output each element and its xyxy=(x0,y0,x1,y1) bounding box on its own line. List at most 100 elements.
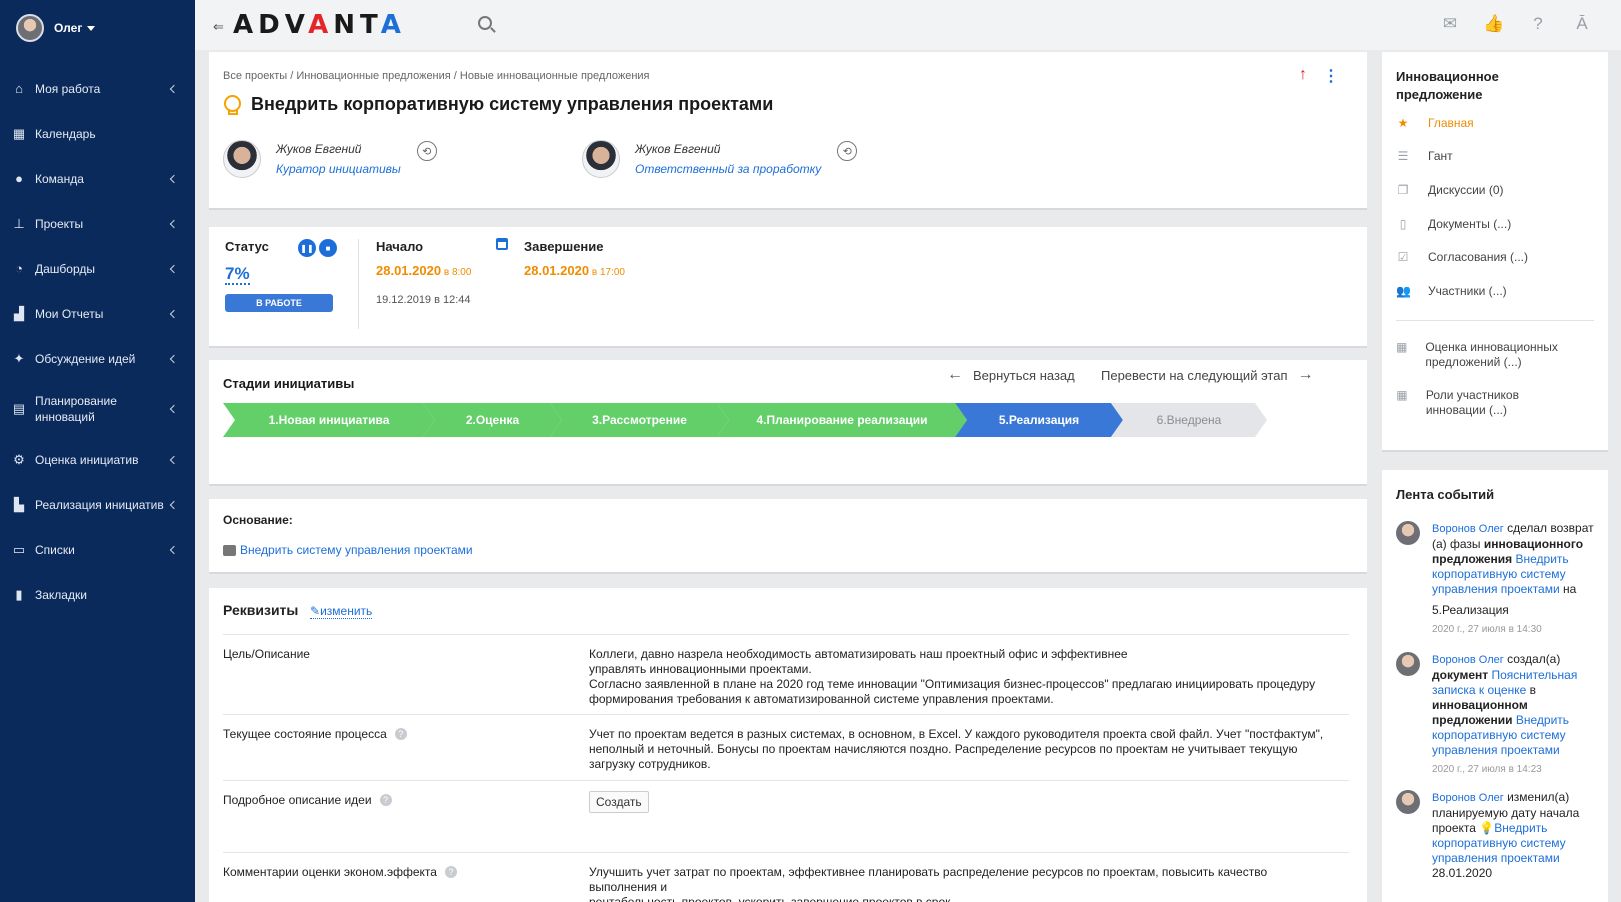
advanta-icon[interactable]: Ā xyxy=(1571,14,1593,34)
basis-card: Основание: Внедрить систему управления п… xyxy=(209,499,1367,574)
stage-2[interactable]: 2.Оценка xyxy=(423,403,562,437)
stage-1[interactable]: 1.Новая инициатива xyxy=(223,403,435,437)
dashboard-icon: ◔ xyxy=(15,261,23,276)
like-icon[interactable]: 👍 xyxy=(1483,14,1505,34)
avatar xyxy=(1396,521,1420,545)
requisite-value: Учет по проектам ведется в разных систем… xyxy=(589,727,1324,771)
requisite-row: Текущее состояние процесса? Учет по прое… xyxy=(223,714,1349,780)
sidebar-item-team[interactable]: ● Команда xyxy=(0,156,195,201)
sidebar-item-lists[interactable]: ▭ Списки xyxy=(0,527,195,572)
event-feed-card: Лента событий Воронов Олег сделал возвра… xyxy=(1382,470,1608,902)
requisite-key: Текущее состояние процесса? xyxy=(223,727,407,741)
nav-item-evaluations[interactable]: ▦ Оценка инновационных предложений (...) xyxy=(1396,340,1576,370)
person-name[interactable]: Жуков Евгений xyxy=(276,142,401,156)
replace-user-icon[interactable]: ⟲ xyxy=(837,141,858,161)
breadcrumb-innovation-proposals[interactable]: Инновационные предложения xyxy=(296,70,450,82)
nav-item-approvals[interactable]: ☑ Согласования (...) xyxy=(1396,250,1528,265)
avatar[interactable] xyxy=(223,140,261,178)
card-actions: ↑ ⋮ xyxy=(1299,66,1339,86)
breadcrumb-all-projects[interactable]: Все проекты xyxy=(223,70,287,82)
chevron-left-icon xyxy=(169,219,179,228)
sidebar-item-calendar[interactable]: ▦ Календарь xyxy=(0,111,195,156)
sidebar-item-label: Календарь xyxy=(35,126,96,141)
proposal-nav-card: Инновационное предложение ★ Главная ☰ Гант… xyxy=(1382,52,1608,452)
sidebar-item-label: Списки xyxy=(35,542,75,557)
avatar[interactable] xyxy=(582,140,620,178)
menu-toggle-icon[interactable]: ⇐ xyxy=(213,19,224,35)
search-icon[interactable] xyxy=(478,16,492,30)
sidebar-item-my-work[interactable]: ⌂ Моя работа xyxy=(0,66,195,111)
advanta-logo[interactable]: ADVANTA xyxy=(233,10,406,40)
replace-user-icon[interactable]: ⟲ xyxy=(416,141,437,161)
create-button[interactable]: Создать xyxy=(589,791,649,813)
event-detail: 28.01.2020 xyxy=(1432,866,1493,880)
help-icon[interactable]: ? xyxy=(444,866,457,878)
event-author[interactable]: Воронов Олег xyxy=(1432,654,1504,666)
nav-item-main[interactable]: ★ Главная xyxy=(1396,116,1474,131)
mail-icon[interactable]: ✉ xyxy=(1439,14,1461,34)
stages-card: Стадии инициативы ← Вернуться назад Пере… xyxy=(209,360,1367,486)
sidebar-item-implementation[interactable]: ▙ Реализация инициатив xyxy=(0,482,195,527)
sidebar-item-evaluation[interactable]: ⚙ Оценка инициатив xyxy=(0,437,195,482)
more-vertical-icon[interactable]: ⋮ xyxy=(1323,66,1339,86)
ideas-icon: ✦ xyxy=(13,350,25,366)
requisite-key: Комментарии оценки эконом.эффекта? xyxy=(223,865,457,879)
participants-icon: 👥 xyxy=(1396,284,1411,298)
event-author[interactable]: Воронов Олег xyxy=(1432,523,1504,535)
sidebar-item-planning[interactable]: ▤ Планирование инноваций xyxy=(0,381,195,437)
person-name[interactable]: Жуков Евгений xyxy=(635,142,821,156)
arrow-up-icon[interactable]: ↑ xyxy=(1299,66,1307,86)
sidebar-item-projects[interactable]: ⊥ Проекты xyxy=(0,201,195,246)
curator-person: Жуков Евгений Куратор инициативы ⟲ xyxy=(223,140,437,178)
bookmark-icon: ▮ xyxy=(15,586,23,602)
progress-percent[interactable]: 7% xyxy=(225,265,250,285)
nav-item-documents[interactable]: ▯ Документы (...) xyxy=(1396,217,1512,232)
avatar xyxy=(1396,790,1420,814)
help-icon[interactable]: ? xyxy=(394,728,407,740)
status-label: Статус xyxy=(225,239,269,254)
event-time: 2020 г., 27 июля в 14:23 xyxy=(1432,764,1542,775)
person-role: Ответственный за проработку xyxy=(635,162,822,176)
breadcrumb: Все проекты / Инновационные предложения … xyxy=(223,70,650,82)
chevron-left-icon xyxy=(169,264,179,273)
projects-icon: ⊥ xyxy=(13,215,25,231)
requisite-row: Комментарии оценки эконом.эффекта? Улучш… xyxy=(223,852,1349,902)
stage-4[interactable]: 4.Планирование реализации xyxy=(717,403,967,437)
chevron-left-icon xyxy=(169,354,179,363)
help-icon[interactable]: ? xyxy=(1527,14,1549,34)
nav-item-gantt[interactable]: ☰ Гант xyxy=(1396,149,1453,164)
stage-3[interactable]: 3.Рассмотрение xyxy=(550,403,729,437)
stage-5[interactable]: 5.Реализация xyxy=(955,403,1123,437)
stage-6[interactable]: 6.Внедрена xyxy=(1111,403,1267,437)
status-controls: ❚❚ ■ xyxy=(298,239,337,257)
sidebar-item-label: Обсуждение идей xyxy=(35,351,136,366)
nav-item-discussions[interactable]: ❐ Дискуссии (0) xyxy=(1396,183,1504,198)
lists-icon: ▭ xyxy=(12,541,26,557)
pause-icon[interactable]: ❚❚ xyxy=(298,239,316,257)
requisite-row: Подробное описание идеи? Создать xyxy=(223,780,1349,852)
requisite-value: Улучшить учет затрат по проектам, эффект… xyxy=(589,865,1268,902)
calendar-icon[interactable] xyxy=(496,238,508,250)
basis-link[interactable]: Внедрить систему управления проектами xyxy=(223,543,473,557)
requisite-key: Цель/Описание xyxy=(223,647,310,661)
edit-link[interactable]: ✎изменить xyxy=(310,604,373,619)
stop-icon[interactable]: ■ xyxy=(319,239,337,257)
sidebar-item-dashboards[interactable]: ◔ Дашборды xyxy=(0,246,195,291)
table-icon: ▦ xyxy=(1396,340,1408,354)
sidebar-item-bookmarks[interactable]: ▮ Закладки xyxy=(0,572,195,617)
discussion-icon: ❐ xyxy=(1397,183,1409,197)
sidebar-item-ideas[interactable]: ✦ Обсуждение идей xyxy=(0,336,195,381)
back-button[interactable]: ← Вернуться назад xyxy=(947,366,1075,384)
event-author[interactable]: Воронов Олег xyxy=(1432,792,1504,804)
event-item: Воронов Олег создал(а) документ Поясните… xyxy=(1396,652,1596,777)
page-title: Внедрить корпоративную систему управлени… xyxy=(251,94,774,114)
help-icon[interactable]: ? xyxy=(379,794,392,806)
sidebar-item-reports[interactable]: ▟ Мои Отчеты xyxy=(0,291,195,336)
nav-item-roles[interactable]: ▦ Роли участников инновации (...) xyxy=(1396,388,1576,418)
nav-item-participants[interactable]: 👥 Участники (...) xyxy=(1396,284,1507,299)
end-label: Завершение xyxy=(524,239,604,254)
next-stage-button[interactable]: Перевести на следующий этап → xyxy=(1101,366,1314,384)
breadcrumb-new-proposals[interactable]: Новые инновационные предложения xyxy=(460,70,650,82)
user-menu[interactable]: Олег xyxy=(0,0,195,56)
status-badge[interactable]: В РАБОТЕ xyxy=(225,294,333,312)
